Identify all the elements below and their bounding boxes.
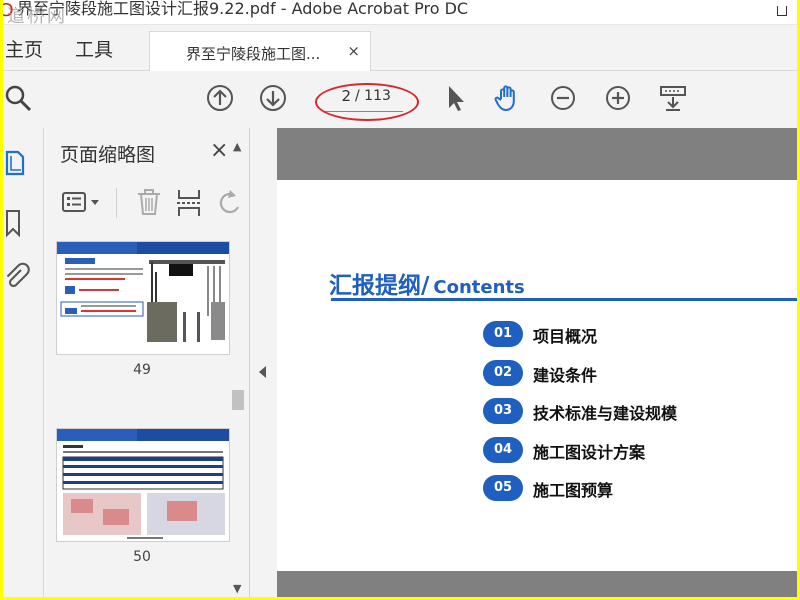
document-view[interactable]: 汇报提纲/Contents 01 项目概况 02 建设条件 03 技术标准与建设… xyxy=(277,128,797,597)
title-underline xyxy=(331,298,797,301)
slide-title-cn: 汇报提纲/ xyxy=(329,273,430,299)
item-text: 施工图设计方案 xyxy=(533,443,646,462)
insert-page-icon[interactable] xyxy=(174,186,204,220)
scroll-down-icon[interactable]: ▼ xyxy=(233,582,241,595)
thumbnail-content xyxy=(62,445,225,539)
close-tab-icon[interactable]: × xyxy=(347,42,360,60)
thumbnail-page-number: 49 xyxy=(133,362,151,378)
slide-title: 汇报提纲/Contents xyxy=(329,266,525,300)
pdf-page: 汇报提纲/Contents 01 项目概况 02 建设条件 03 技术标准与建设… xyxy=(277,180,797,571)
attachment-icon[interactable] xyxy=(3,262,33,292)
item-text: 施工图预算 xyxy=(533,481,614,500)
item-number-badge: 01 xyxy=(483,321,523,347)
restore-icon[interactable] xyxy=(777,6,787,16)
next-page-icon[interactable] xyxy=(258,83,288,113)
tab-tools[interactable]: 工具 xyxy=(75,35,113,62)
zoom-in-icon[interactable] xyxy=(603,83,633,113)
page-thumbnails-icon[interactable] xyxy=(3,148,33,178)
item-text: 项目概况 xyxy=(533,327,598,346)
toolbar-separator xyxy=(116,188,117,218)
tab-bar: 主页 工具 界至宁陵段施工图... × xyxy=(3,25,797,72)
thumbnail-page-number: 50 xyxy=(133,549,151,565)
thumbnail-page-49[interactable] xyxy=(56,241,230,355)
title-bar: Ɔ 界至宁陵段施工图设计汇报9.22.pdf - Adobe Acrobat P… xyxy=(3,0,797,27)
highlight-ellipse xyxy=(315,83,419,121)
thumbnail-scrollbar[interactable]: ▲ ▼ xyxy=(230,140,246,595)
close-panel-icon[interactable]: × xyxy=(210,138,228,163)
thumbnail-options-icon[interactable] xyxy=(60,186,106,220)
thumbnails-panel: 页面缩略图 × 49 50 ▲ ▼ xyxy=(44,128,250,597)
slide-title-en: Contents xyxy=(433,277,525,298)
bookmark-icon[interactable] xyxy=(3,208,33,238)
thumbnail-page-50[interactable] xyxy=(56,428,230,542)
acrobat-window: Ɔ 界至宁陵段施工图设计汇报9.22.pdf - Adobe Acrobat P… xyxy=(3,0,797,597)
item-number-badge: 05 xyxy=(483,475,523,501)
collapse-panel-strip[interactable] xyxy=(250,128,277,597)
thumbnail-content xyxy=(60,258,225,342)
marquee-zoom-icon[interactable] xyxy=(658,83,688,113)
item-text: 技术标准与建设规模 xyxy=(533,404,678,423)
prev-page-icon[interactable] xyxy=(205,83,235,113)
tab-document-label: 界至宁陵段施工图... xyxy=(186,45,321,63)
item-number-badge: 04 xyxy=(483,437,523,463)
hand-icon[interactable] xyxy=(493,83,523,113)
delete-page-icon[interactable] xyxy=(134,186,164,220)
collapse-arrow-icon[interactable] xyxy=(259,366,266,378)
left-rail xyxy=(3,128,44,597)
scrollbar-thumb[interactable] xyxy=(232,390,244,410)
window-title: 界至宁陵段施工图设计汇报9.22.pdf - Adobe Acrobat Pro… xyxy=(17,0,469,18)
tab-home[interactable]: 主页 xyxy=(5,35,43,62)
tab-document[interactable]: 界至宁陵段施工图... × xyxy=(149,31,371,72)
zoom-out-icon[interactable] xyxy=(548,83,578,113)
item-number-badge: 02 xyxy=(483,360,523,386)
panel-title: 页面缩略图 xyxy=(60,144,156,166)
scroll-up-icon[interactable]: ▲ xyxy=(233,140,241,153)
item-text: 建设条件 xyxy=(533,366,598,385)
select-arrow-icon[interactable] xyxy=(441,83,471,113)
item-number-badge: 03 xyxy=(483,398,523,424)
search-icon[interactable] xyxy=(3,83,33,113)
